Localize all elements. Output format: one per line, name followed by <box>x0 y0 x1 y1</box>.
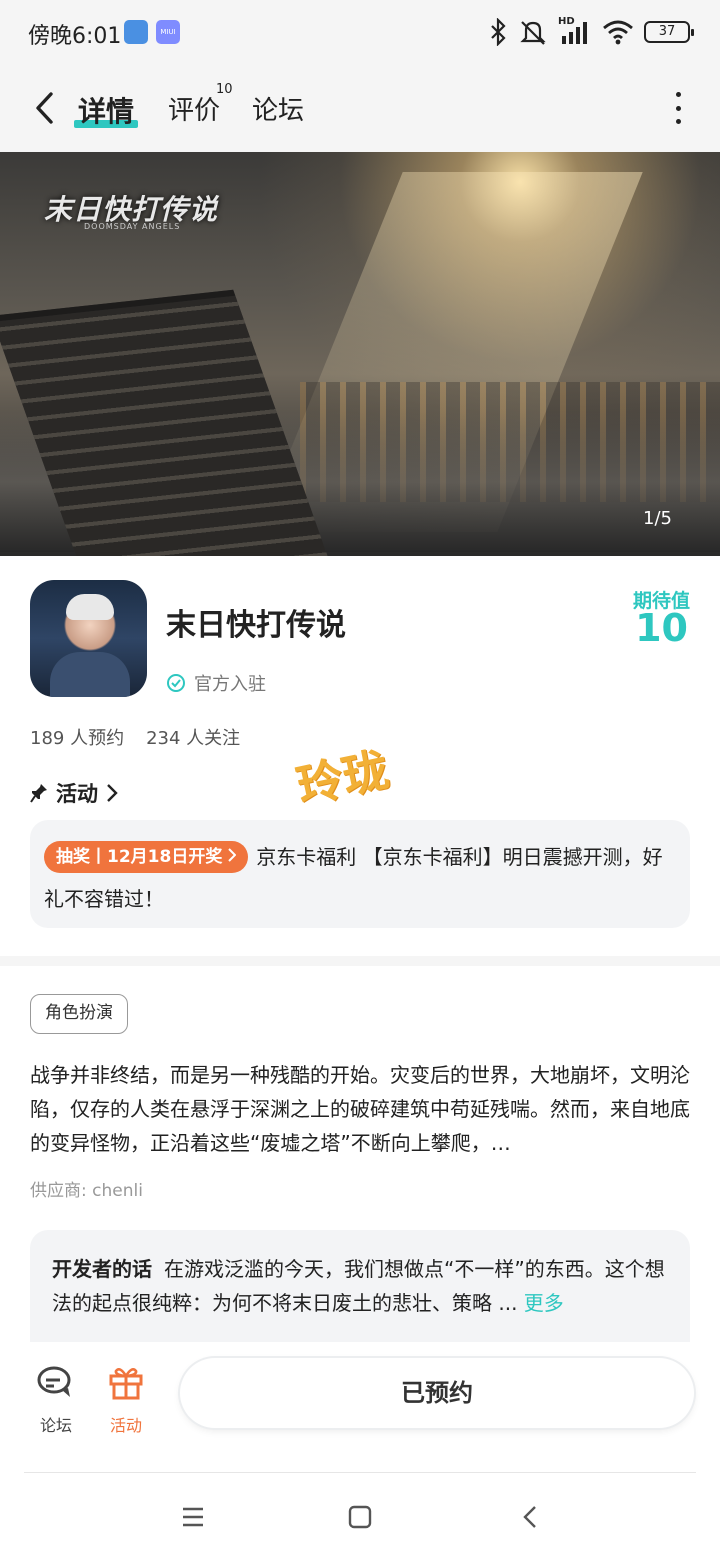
more-dot-icon <box>675 105 681 111</box>
app-title: 末日快打传说 <box>166 608 346 643</box>
hd-signal-icon: HD <box>558 16 592 46</box>
chevron-right-icon <box>228 848 237 862</box>
follower-count: 234 人关注 <box>146 728 241 749</box>
status-bar: 傍晚6:01 MIUI HD 37 <box>0 0 720 64</box>
battery-icon: 37 <box>644 21 694 43</box>
system-back-button[interactable] <box>515 1502 545 1532</box>
activity-card[interactable]: 抽奖丨12月18日开奖 京东卡福利 【京东卡福利】明日震撼开测，好礼不容错过！ <box>30 820 690 928</box>
expectation-value: 10 <box>635 606 688 650</box>
tab-reviews[interactable]: 评价 <box>168 90 220 127</box>
home-button[interactable] <box>345 1502 375 1532</box>
pin-icon <box>30 784 47 803</box>
top-nav: 详情 评价 10 论坛 <box>0 64 720 152</box>
activity-header[interactable]: 活动 <box>30 778 118 808</box>
bottom-separator <box>24 1472 696 1473</box>
back-button[interactable] <box>26 88 62 128</box>
lottery-tag[interactable]: 抽奖丨12月18日开奖 <box>44 841 249 873</box>
reserved-button[interactable]: 已预约 <box>180 1358 694 1428</box>
activity-button[interactable]: 活动 <box>96 1362 156 1436</box>
carousel-counter: 1/5 <box>643 508 672 529</box>
menu-lines-icon <box>183 1507 203 1527</box>
activity-header-label: 活动 <box>56 782 98 806</box>
status-indicators: HD 37 <box>488 16 694 48</box>
system-navigation-bar <box>0 1474 720 1560</box>
miui-app-icon: MIUI <box>156 20 180 44</box>
gift-icon <box>109 1368 143 1400</box>
mute-icon <box>520 21 546 45</box>
review-count-badge: 10 <box>216 82 233 97</box>
lottery-tag-label: 抽奖丨12月18日开奖 <box>56 847 223 867</box>
supplier-info: 供应商: chenli <box>30 1181 143 1201</box>
bluetooth-icon <box>491 18 506 46</box>
official-badge: 官方入驻 <box>166 670 266 696</box>
activity-label: 活动 <box>109 1416 142 1435</box>
status-time: 傍晚6:01 <box>28 24 122 49</box>
more-dot-icon <box>675 92 681 97</box>
wallet-app-icon <box>124 20 148 44</box>
game-logo-subtitle: DOOMSDAY ANGELS <box>84 222 181 231</box>
watermark: 玲珑 <box>292 741 394 814</box>
chevron-right-icon <box>107 784 118 802</box>
forum-label: 论坛 <box>39 1416 72 1435</box>
forum-button[interactable]: 论坛 <box>26 1362 86 1436</box>
screenshot-carousel[interactable]: 末日快打传说 DOOMSDAY ANGELS 1/5 <box>0 152 720 556</box>
verified-check-icon <box>167 674 185 692</box>
developer-notes-card[interactable]: 开发者的话 在游戏泛滥的今天，我们想做点“不一样”的东西。这个想法的起点很纯粹：为… <box>30 1230 690 1342</box>
back-chevron-icon <box>523 1506 536 1528</box>
app-icon-body <box>50 652 130 697</box>
more-options-button[interactable] <box>668 92 688 124</box>
genre-tag[interactable]: 角色扮演 <box>30 994 128 1034</box>
app-stats: 189 人预约 234 人关注 <box>30 724 240 750</box>
bottom-action-bar: 论坛 活动 已预约 <box>0 1342 720 1472</box>
app-icon <box>30 580 147 697</box>
wifi-icon <box>603 20 633 45</box>
reservation-count: 189 人预约 <box>30 728 125 749</box>
more-dot-icon <box>675 119 681 124</box>
more-link[interactable]: 更多 <box>524 1291 564 1315</box>
developer-notes-label: 开发者的话 <box>52 1257 152 1281</box>
home-square-icon <box>348 1505 372 1529</box>
app-icon-hair <box>66 594 114 620</box>
forum-chat-icon <box>37 1366 71 1397</box>
official-label: 官方入驻 <box>194 674 266 695</box>
section-divider <box>0 956 720 966</box>
tab-forum[interactable]: 论坛 <box>252 90 304 127</box>
back-arrow-icon <box>36 92 53 124</box>
recent-apps-button[interactable] <box>178 1502 208 1532</box>
game-description[interactable]: 战争并非终结，而是另一种残酷的开始。灾变后的世界，大地崩坏，文明沦陷，仅存的人类… <box>30 1058 692 1160</box>
tab-details[interactable]: 详情 <box>78 90 134 130</box>
